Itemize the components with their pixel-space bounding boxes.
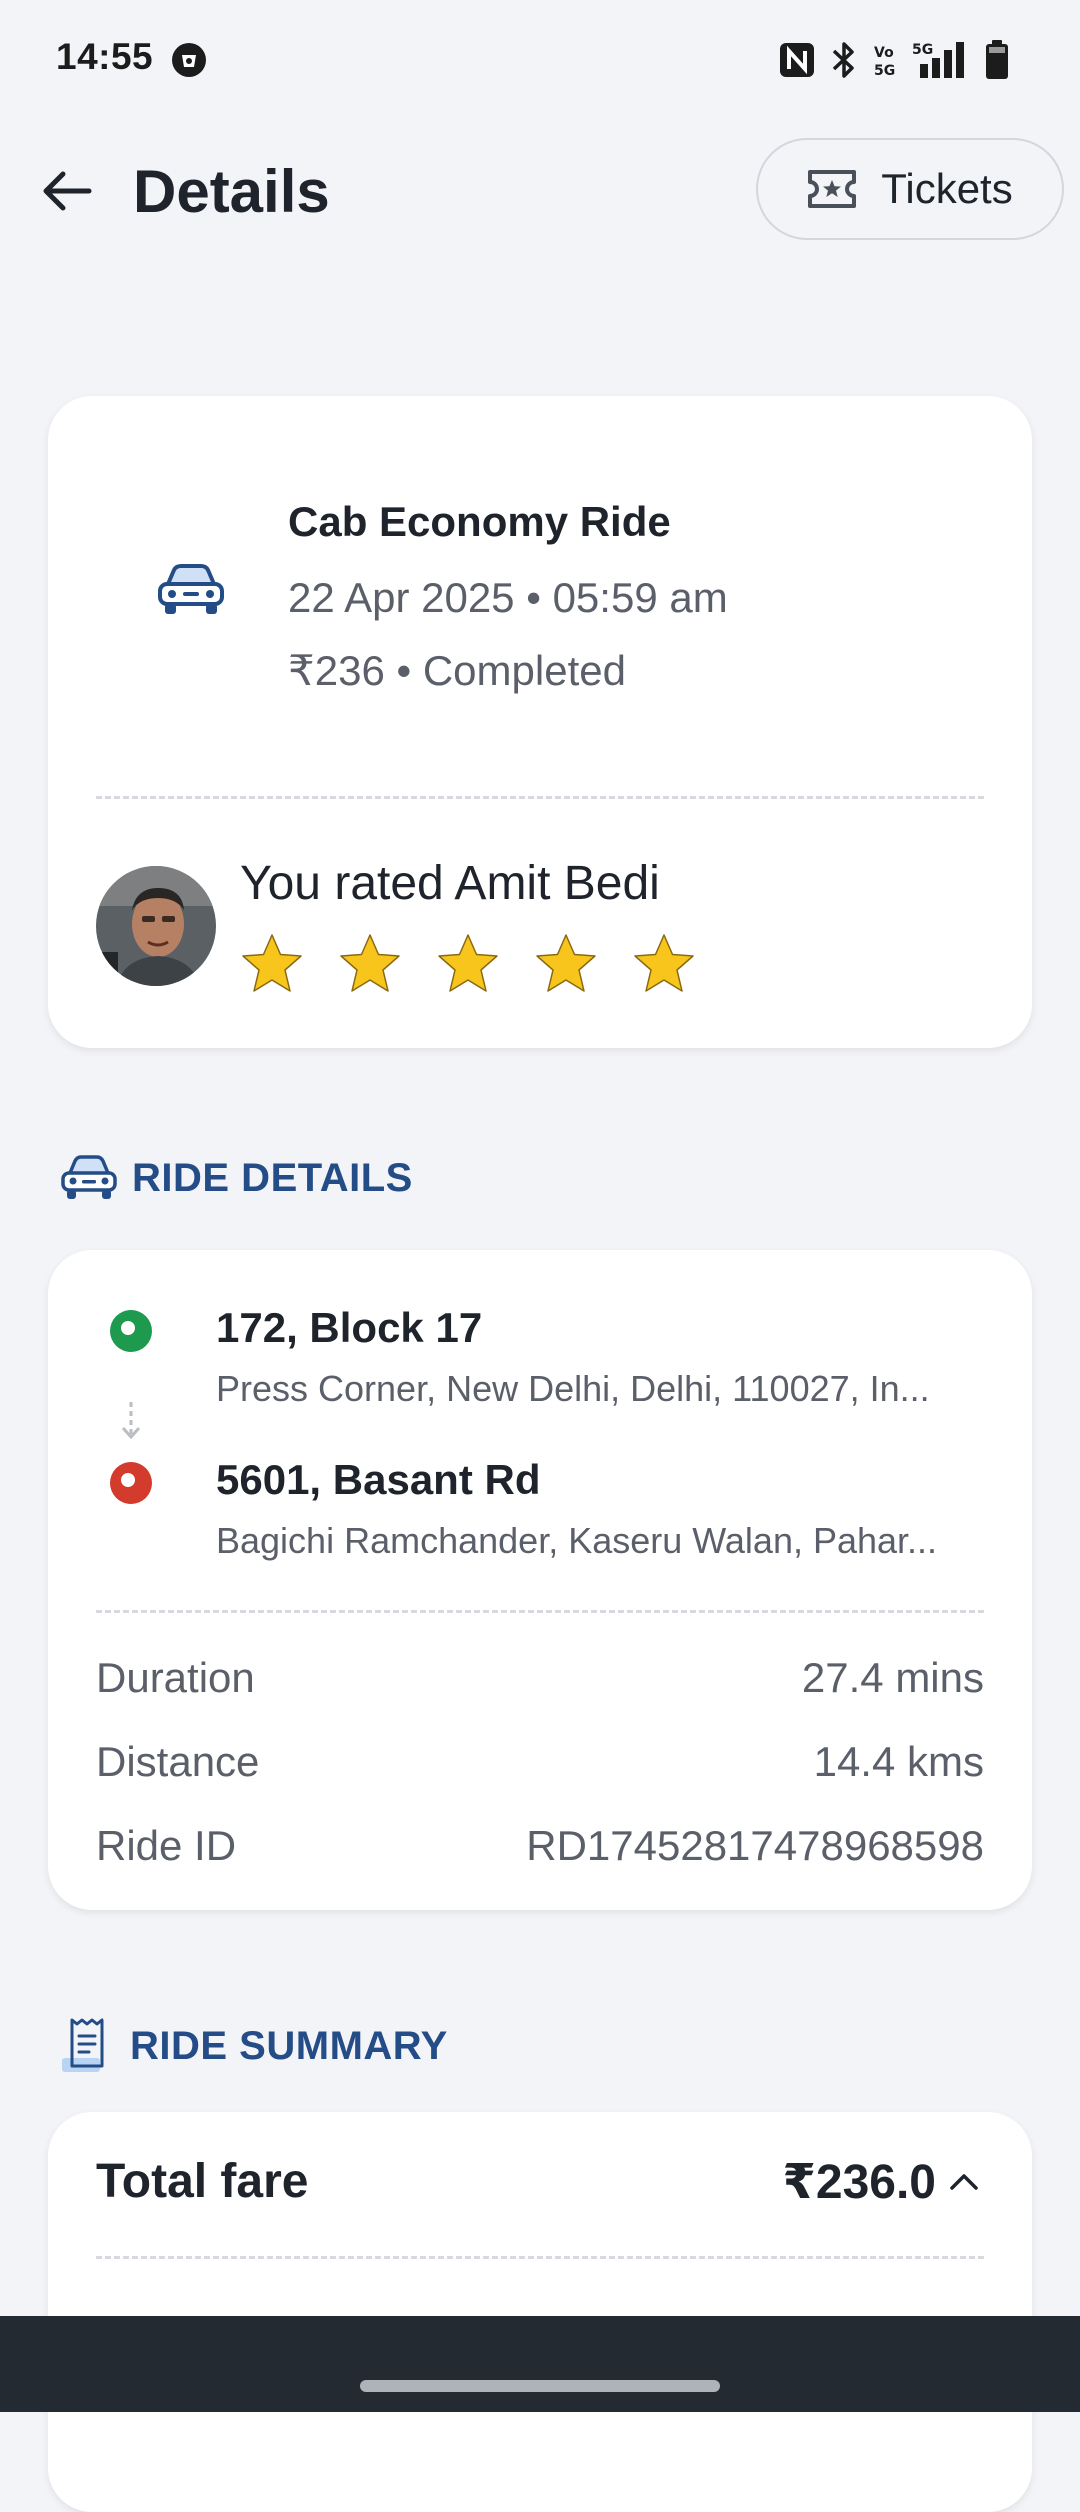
tickets-button[interactable]: Tickets (756, 138, 1064, 240)
svg-text:Vo: Vo (874, 45, 894, 61)
ride-summary-header: RIDE SUMMARY (60, 2016, 448, 2076)
pickup-name: 172, Block 17 (216, 1304, 483, 1351)
status-icons: Vo 5G 5G (778, 38, 1010, 82)
volte-icon: Vo 5G (874, 45, 895, 79)
app-notification-icon (172, 43, 206, 77)
rating-text: You rated Amit Bedi (240, 857, 660, 910)
driver-avatar (96, 866, 216, 986)
section-title: RIDE DETAILS (132, 1155, 413, 1200)
svg-text:5G: 5G (874, 63, 895, 79)
star-icon (634, 934, 694, 992)
drop-name: 5601, Basant Rd (216, 1456, 541, 1503)
star-icon (340, 934, 400, 992)
ride-fare-status: ₹236 • Completed (288, 647, 626, 694)
star-icon (438, 934, 498, 992)
rating-stars (240, 932, 696, 996)
drop-address: Bagichi Ramchander, Kaseru Walan, Pahar.… (216, 1520, 938, 1561)
car-icon (158, 564, 224, 614)
page-title: Details (133, 158, 330, 225)
drop-dot-icon (110, 1462, 152, 1504)
5g-signal-icon: 5G (912, 42, 964, 78)
nfc-icon (780, 43, 814, 77)
divider (96, 796, 984, 799)
battery-icon (986, 40, 1008, 79)
ride-title: Cab Economy Ride (288, 498, 671, 545)
svg-text:5G: 5G (912, 42, 933, 58)
ride-id-row: Ride ID RD17452817478968598 (96, 1822, 984, 1870)
divider (96, 1610, 984, 1613)
header: Details Tickets (0, 130, 1080, 260)
home-indicator[interactable] (360, 2380, 720, 2392)
star-icon (536, 934, 596, 992)
ticket-icon (808, 170, 857, 208)
pickup-dot-icon (110, 1310, 152, 1352)
navigation-bar (0, 2316, 1080, 2412)
ride-id-value[interactable]: RD17452817478968598 (526, 1822, 984, 1870)
pickup-address: Press Corner, New Delhi, Delhi, 110027, … (216, 1368, 930, 1409)
duration-value: 27.4 mins (801, 1654, 984, 1701)
ride-details-card: 172, Block 17 Press Corner, New Delhi, D… (48, 1250, 1032, 1910)
car-icon (61, 1155, 117, 1199)
distance-value: 14.4 kms (813, 1738, 984, 1785)
bluetooth-icon (832, 42, 854, 78)
duration-row: Duration 27.4 mins (96, 1654, 984, 1702)
ride-summary-card[interactable]: Total fare ₹236.0 (48, 2112, 1032, 2512)
distance-label: Distance (96, 1738, 260, 1785)
arrow-left-icon (43, 171, 92, 211)
duration-label: Duration (96, 1654, 255, 1701)
distance-row: Distance 14.4 kms (96, 1738, 984, 1786)
total-fare-value: ₹236.0 (782, 2156, 936, 2209)
star-icon (242, 934, 302, 992)
ride-datetime: 22 Apr 2025 • 05:59 am (288, 574, 728, 621)
divider (96, 2256, 984, 2259)
status-bar: 14:55 Vo 5G 5G (0, 0, 1080, 120)
section-title: RIDE SUMMARY (130, 2023, 448, 2068)
back-button[interactable] (36, 160, 98, 222)
total-fare-label: Total fare (96, 2155, 309, 2208)
connector-arrow-icon (121, 1402, 141, 1440)
receipt-icon (62, 2018, 104, 2072)
ride-id-label: Ride ID (96, 1822, 237, 1869)
ride-details-header: RIDE DETAILS (60, 1154, 413, 1202)
status-time: 14:55 (56, 36, 154, 77)
chevron-up-icon[interactable] (948, 2170, 980, 2192)
driver-photo (96, 866, 216, 986)
tickets-label: Tickets (881, 165, 1013, 212)
ride-card[interactable]: Cab Economy Ride 22 Apr 2025 • 05:59 am … (48, 396, 1032, 1048)
